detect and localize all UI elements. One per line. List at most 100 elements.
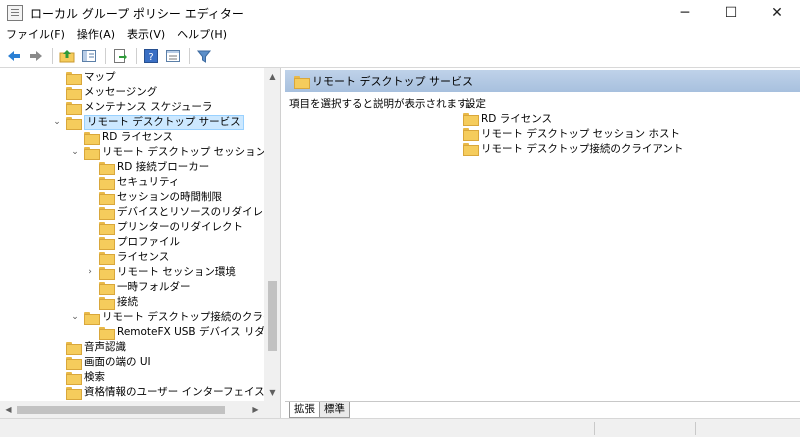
tab-standard[interactable]: 標準 [319,402,350,418]
back-arrow-icon [8,50,20,61]
folder-icon [99,252,115,265]
folder-icon [463,113,479,126]
tree-item[interactable]: セッションの時間制限 [99,190,222,205]
tree-item[interactable]: メッセージング [66,85,157,100]
tree-item-label: リモート デスクトップ接続のクライアント [102,311,264,323]
toolbar-separator [189,47,190,64]
list-item[interactable]: リモート デスクトップ接続のクライアント [463,141,683,156]
tree-item-label: リモート セッション環境 [117,266,236,278]
tree-item[interactable]: 音声認識 [66,340,126,355]
minimize-button[interactable]: ─ [662,0,708,26]
tree-item[interactable]: 資格情報のユーザー インターフェイス [66,385,264,400]
up-folder-icon [59,49,75,62]
help-button[interactable]: ? [141,46,161,66]
tree-item[interactable]: マップ [66,70,116,85]
tree-item[interactable]: RD ライセンス [84,130,173,145]
tree-horizontal-scrollbar[interactable]: ◀ ▶ [0,401,264,418]
window-title: ローカル グループ ポリシー エディター [30,7,244,21]
tree-item-label: RD ライセンス [102,131,174,143]
tree-item[interactable]: プリンターのリダイレクト [99,220,243,235]
back-button[interactable] [4,46,24,66]
list-item-label: リモート デスクトップ セッション ホスト [481,128,681,140]
scroll-up-button[interactable]: ▲ [264,68,280,85]
scroll-thumb[interactable] [268,281,277,351]
tree-item-label: 音声認識 [84,341,126,353]
tree-item[interactable]: ライセンス [99,250,169,265]
toolbar-separator [136,47,137,64]
expand-chevron-icon[interactable]: › [85,265,95,280]
tree-item[interactable]: ⌄ リモート デスクトップ セッション ホスト [71,145,264,160]
tree-item-label: リモート デスクトップ セッション ホスト [102,146,264,158]
folder-icon [66,342,82,355]
tree-item[interactable]: ⌄ リモート デスクトップ接続のクライアント [71,310,264,325]
tree-item-label: RemoteFX USB デバイス リダイレクト [117,326,264,338]
folder-icon [99,222,115,235]
folder-icon [99,327,115,340]
tree-item[interactable]: セキュリティ [99,175,179,190]
tree-item[interactable]: プロファイル [99,235,180,250]
tree-vertical-scrollbar[interactable]: ▲ ▼ [264,68,280,401]
scroll-thumb[interactable] [17,406,225,414]
policy-tree: マップメッセージング メンテナンス スケジューラ ⌄ リモート デスクトップ サービス… [0,68,264,401]
folder-icon [66,102,82,115]
list-item[interactable]: RD ライセンス [463,111,552,126]
tree-pane: マップメッセージング メンテナンス スケジューラ ⌄ リモート デスクトップ サービス… [0,68,281,418]
properties-pane-button[interactable] [163,46,183,66]
tree-item-label: 資格情報のユーザー インターフェイス [84,386,264,398]
filter-button[interactable] [194,46,214,66]
scroll-down-button[interactable]: ▼ [264,384,280,401]
tree-item-label: 画面の端の UI [84,356,151,368]
details-header-title: リモート デスクトップ サービス [312,75,473,88]
collapse-chevron-icon[interactable]: ⌄ [52,115,62,130]
menu-view[interactable]: 表示(V) [121,26,171,44]
tree-item-label: デバイスとリソースのリダイレクト [117,206,264,218]
maximize-button[interactable]: ☐ [708,0,754,26]
collapse-chevron-icon[interactable]: ⌄ [70,310,80,325]
list-item[interactable]: リモート デスクトップ セッション ホスト [463,126,680,141]
status-bar [0,418,800,437]
menu-file[interactable]: ファイル(F) [0,26,71,44]
folder-icon [66,117,82,130]
tree-item[interactable]: RemoteFX USB デバイス リダイレクト [99,325,264,340]
folder-icon [66,357,82,370]
properties-pane-icon [166,49,180,62]
folder-icon [99,192,115,205]
tree-item-label: RD 接続ブローカー [117,161,210,173]
toolbar: ? [0,44,800,68]
tree-item[interactable]: 一時フォルダー [99,280,191,295]
up-level-button[interactable] [57,46,77,66]
tree-item[interactable]: 画面の端の UI [66,355,151,370]
tree-item-label: ライセンス [117,251,170,263]
tree-item-label: マップ [84,71,116,83]
filter-icon [196,50,212,63]
menu-action[interactable]: 操作(A) [71,26,121,44]
tree-item[interactable]: › リモート セッション環境 [88,265,236,280]
folder-icon [294,75,310,89]
tree-item[interactable]: ⌄ リモート デスクトップ サービス [53,115,244,130]
column-header-settings[interactable]: 設定 [465,96,486,111]
tree-item[interactable]: メンテナンス スケジューラ [66,100,212,115]
tree-item-label: 検索 [84,371,105,383]
forward-button[interactable] [26,46,46,66]
tree-item[interactable]: 接続 [99,295,138,310]
export-list-button[interactable] [110,46,130,66]
show-hide-tree-button[interactable] [79,46,99,66]
list-item-label: RD ライセンス [481,113,553,125]
tree-item-label: 一時フォルダー [117,281,191,293]
app-icon [7,5,23,21]
menu-help[interactable]: ヘルプ(H) [171,26,233,44]
tree-item-label: リモート デスクトップ サービス [84,115,244,130]
tree-item-label: セキュリティ [117,176,180,188]
tree-item-label: プリンターのリダイレクト [117,221,243,233]
list-item-label: リモート デスクトップ接続のクライアント [481,143,684,155]
status-separator [594,422,595,435]
tree-item[interactable]: RD 接続ブローカー [99,160,209,175]
tab-extended[interactable]: 拡張 [289,402,320,418]
tree-item[interactable]: デバイスとリソースのリダイレクト [99,205,264,220]
tree-item[interactable]: 検索 [66,370,105,385]
tree-item-label: セッションの時間制限 [117,191,222,203]
scroll-right-button[interactable]: ▶ [247,401,264,418]
scroll-left-button[interactable]: ◀ [0,401,17,418]
close-button[interactable]: ✕ [754,0,800,26]
collapse-chevron-icon[interactable]: ⌄ [70,145,80,160]
